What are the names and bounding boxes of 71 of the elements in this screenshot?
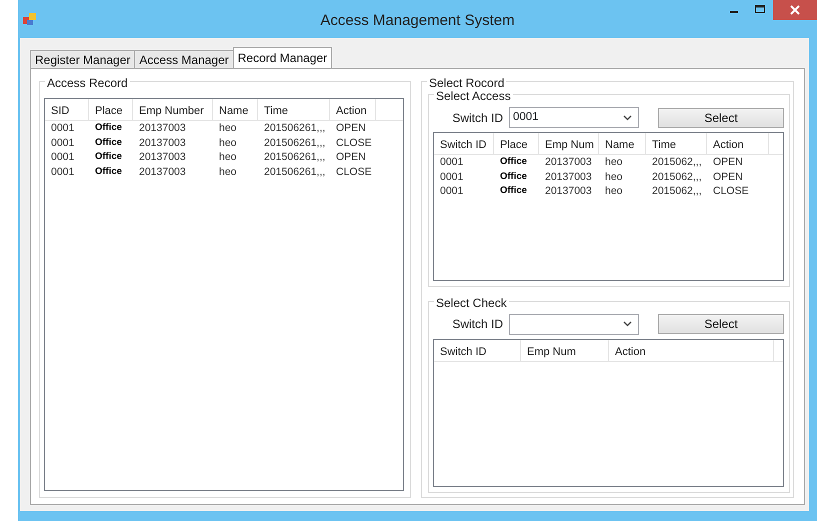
table-cell-text: heo — [218, 121, 238, 136]
table-cell-text: CLOSE — [712, 184, 750, 198]
switch-id-dropdown[interactable]: 0001 — [509, 107, 639, 128]
table-cell-text: heo — [604, 170, 624, 184]
column-header[interactable]: Emp Num — [539, 133, 599, 154]
table-cell-text: OPEN — [335, 150, 367, 164]
table-cell-text: 0001 — [50, 164, 76, 179]
close-icon[interactable] — [773, 0, 817, 20]
table-cell-text: 0001 — [50, 121, 76, 136]
table-cell-text: 0001 — [50, 136, 76, 150]
table-cell-text: 2015062,,, — [651, 184, 703, 198]
table-cell-text: heo — [604, 184, 624, 198]
column-header[interactable]: Time — [646, 133, 707, 154]
table-cell-text: 201506261,,, — [263, 121, 326, 136]
table-cell-text: OPEN — [712, 170, 744, 184]
switch-id-dropdown[interactable] — [509, 314, 639, 334]
table-cell-text: OPEN — [335, 121, 367, 136]
table-cell-text: CLOSE — [335, 136, 373, 150]
column-header[interactable]: Emp Num — [521, 340, 609, 360]
field-label: Switch ID — [451, 110, 504, 126]
table-cell-text: 2015062,,, — [651, 170, 703, 184]
column-header[interactable]: Name — [599, 133, 646, 154]
chevron-down-icon — [623, 114, 632, 120]
table-cell-text: Office — [94, 136, 123, 150]
table-cell-text: Office — [499, 170, 528, 184]
select-button[interactable]: Select — [658, 314, 784, 334]
select-button[interactable]: Select — [658, 108, 784, 128]
table-cell-text: 20137003 — [544, 184, 593, 198]
column-header[interactable]: Emp Number — [133, 99, 213, 120]
column-header[interactable]: SID — [45, 99, 89, 120]
column-header[interactable]: Time — [258, 99, 330, 120]
table-cell-text: heo — [218, 164, 238, 179]
table-cell-text: CLOSE — [335, 164, 373, 179]
window-title: Access Management System — [320, 11, 515, 31]
table-cell-text: 2015062,,, — [651, 155, 703, 170]
table-cell-text: Office — [94, 121, 123, 135]
table-cell-text: 20137003 — [544, 155, 593, 170]
table-cell-text: 201506261,,, — [263, 136, 326, 150]
column-header[interactable]: Action — [707, 133, 769, 154]
table-cell-text: OPEN — [712, 155, 744, 170]
table-cell-text: 0001 — [439, 155, 464, 170]
table-cell-text: heo — [604, 155, 624, 170]
table-cell-text: Office — [499, 155, 528, 169]
table-cell-text: Office — [94, 164, 123, 178]
table-cell-text: 0001 — [439, 184, 464, 198]
table-cell-text: 20137003 — [138, 164, 187, 179]
chevron-down-icon — [623, 321, 632, 327]
table-cell-text: 20137003 — [138, 136, 187, 150]
table-cell-text: 20137003 — [544, 170, 593, 184]
table-cell-text: 0001 — [439, 170, 464, 184]
field-label: Switch ID — [451, 316, 504, 333]
column-header[interactable]: Action — [330, 99, 376, 120]
table-cell-text: Office — [94, 150, 123, 164]
table-cell-text: 201506261,,, — [263, 150, 326, 164]
table-cell-text: 20137003 — [138, 150, 187, 164]
table-cell-text: heo — [218, 136, 238, 150]
column-header[interactable]: Action — [609, 340, 774, 360]
tab[interactable]: Record Manager — [232, 47, 332, 68]
column-header[interactable]: Place — [89, 99, 133, 120]
table-cell-text: heo — [218, 150, 238, 164]
table-cell-text: 20137003 — [138, 121, 187, 136]
column-header[interactable]: Switch ID — [434, 340, 521, 360]
table-cell-text: 0001 — [50, 150, 76, 164]
tab[interactable]: Access Manager — [134, 50, 234, 68]
tab[interactable]: Register Manager — [30, 50, 136, 68]
column-header[interactable]: Switch ID — [434, 133, 494, 154]
column-header[interactable]: Place — [494, 133, 539, 154]
column-header[interactable]: Name — [213, 99, 258, 120]
app-icon — [23, 12, 37, 26]
table-cell-text: Office — [499, 184, 528, 198]
table-cell-text: 201506261,,, — [263, 164, 326, 179]
